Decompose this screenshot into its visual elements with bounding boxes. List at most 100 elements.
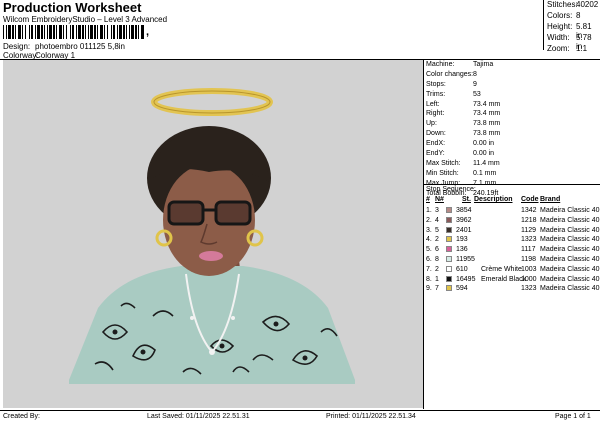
stat-row: Stitches: 40202 (547, 0, 599, 9)
table-row: 6. 8 11955 1198 Madeira Classic 40 (426, 255, 600, 265)
stop-sequence-list: 1. 3 3854 1342 Madeira Classic 40 2. 4 3962 1218… (426, 206, 600, 294)
color-swatch (446, 275, 452, 282)
comma-mark: , (146, 26, 150, 38)
thread-brand: Madeira Classic 40 (540, 285, 600, 293)
thread-code: 1323 (521, 285, 537, 293)
printed-date: Printed: 01/11/2025 22.51.34 (326, 413, 416, 420)
table-row: 7. 2 610 Crème White 1003 Madeira Classic 40 (426, 265, 600, 275)
row-number: 9. (426, 285, 432, 293)
design-preview (3, 60, 423, 408)
stitch-count: 610 (456, 265, 468, 273)
thread-code: 1323 (521, 236, 537, 244)
color-swatch (446, 236, 452, 243)
design-value: photoembro 011125 5,8in (35, 42, 125, 51)
thread-code: 1218 (521, 216, 537, 224)
software-subtitle: Wilcom EmbroideryStudio – Level 3 Advanc… (3, 15, 168, 24)
embroidery-portrait-image (69, 88, 355, 384)
color-swatch (446, 226, 452, 233)
stat-row: Zoom: 1:1 (547, 44, 588, 53)
thread-description: Emerald Black (481, 275, 527, 283)
created-by: Created By: (3, 413, 40, 420)
stitch-count: 2401 (456, 226, 472, 234)
stat-row: Colors: 8 (547, 11, 581, 20)
thread-brand: Madeira Classic 40 (540, 275, 600, 283)
info-row: Color changes: 8 (426, 70, 477, 78)
thread-brand: Madeira Classic 40 (540, 255, 600, 263)
info-row: EndY: 0.00 in (426, 150, 495, 158)
thread-brand: Madeira Classic 40 (540, 265, 600, 273)
needle-number: 1 (435, 275, 439, 283)
info-row: Machine: Tajima (426, 61, 494, 68)
row-number: 5. (426, 246, 432, 254)
stitch-count: 193 (456, 236, 468, 244)
color-swatch (446, 285, 452, 292)
thread-code: 1003 (521, 265, 537, 273)
sequence-column-headers: # N# St. Description Code Brand (426, 196, 600, 206)
row-number: 8. (426, 275, 432, 283)
color-swatch (446, 265, 452, 272)
design-label: Design: (3, 42, 31, 51)
stats-panel: Stitches: 40202 Colors: 8 Height: 5.81 in W… (545, 0, 600, 55)
sequence-divider (424, 184, 600, 185)
needle-number: 2 (435, 265, 439, 273)
col-st: St. (462, 196, 471, 203)
table-row: 5. 6 136 1117 Madeira Classic 40 (426, 245, 600, 255)
col-description: Description (474, 196, 513, 203)
needle-number: 5 (435, 226, 439, 234)
stitch-count: 16495 (456, 275, 476, 283)
stitch-count: 3854 (456, 207, 472, 214)
row-number: 6. (426, 255, 432, 263)
stitch-count: 594 (456, 285, 468, 293)
info-row: Trims: 53 (426, 90, 481, 98)
needle-number: 6 (435, 246, 439, 254)
stitch-count: 3962 (456, 216, 472, 224)
stat-row: Width: 5.78 in (547, 33, 592, 51)
row-number: 1. (426, 207, 432, 214)
row-number: 2. (426, 216, 432, 224)
info-row: EndX: 0.00 in (426, 140, 495, 148)
table-row: 1. 3 3854 1342 Madeira Classic 40 (426, 206, 600, 216)
page-number: Page 1 of 1 (555, 413, 591, 420)
needle-number: 7 (435, 285, 439, 293)
needle-number: 3 (435, 207, 439, 214)
thread-code: 1129 (521, 226, 537, 234)
info-row: Down: 73.8 mm (426, 130, 501, 138)
thread-brand: Madeira Classic 40 (540, 226, 600, 234)
thread-brand: Madeira Classic 40 (540, 246, 600, 254)
thread-code: 1000 (521, 275, 537, 283)
thread-brand: Madeira Classic 40 (540, 207, 600, 214)
thread-code: 1198 (521, 255, 537, 263)
page-title: Production Worksheet (3, 0, 142, 15)
stats-divider (543, 0, 544, 50)
info-row: Up: 73.8 mm (426, 120, 501, 128)
table-row: 9. 7 594 1323 Madeira Classic 40 (426, 284, 600, 294)
needle-number: 4 (435, 216, 439, 224)
table-row: 3. 5 2401 1129 Madeira Classic 40 (426, 226, 600, 236)
barcode-image (3, 25, 144, 39)
stop-sequence-heading: Stop Sequence: (426, 186, 476, 193)
table-row: 8. 1 16495 Emerald Black 1000 Madeira Classic… (426, 275, 600, 285)
thread-description: Crème White (481, 265, 522, 273)
row-number: 3. (426, 226, 432, 234)
thread-code: 1117 (521, 246, 536, 254)
row-number: 7. (426, 265, 432, 273)
color-swatch (446, 246, 452, 253)
machine-info-panel: Machine: Tajima Color changes: 8 Stops: 9 T… (426, 60, 600, 198)
info-row: Left: 73.4 mm (426, 100, 501, 108)
stitch-count: 11955 (456, 255, 475, 263)
info-row: Stops: 9 (426, 80, 477, 88)
needle-number: 2 (435, 236, 439, 244)
color-swatch (446, 216, 452, 223)
info-row: Right: 73.4 mm (426, 110, 501, 118)
info-row: Max Stitch: 11.4 mm (426, 159, 500, 167)
preview-divider (423, 59, 424, 409)
stat-row: Height: 5.81 in (547, 22, 592, 40)
table-row: 2. 4 3962 1218 Madeira Classic 40 (426, 216, 600, 226)
col-n: N# (435, 196, 444, 203)
table-row: 4. 2 193 1323 Madeira Classic 40 (426, 235, 600, 245)
last-saved: Last Saved: 01/11/2025 22.51.31 (147, 413, 250, 420)
thread-brand: Madeira Classic 40 (540, 216, 600, 224)
col-hash: # (426, 196, 430, 203)
thread-code: 1342 (521, 207, 537, 214)
col-brand: Brand (540, 196, 561, 203)
